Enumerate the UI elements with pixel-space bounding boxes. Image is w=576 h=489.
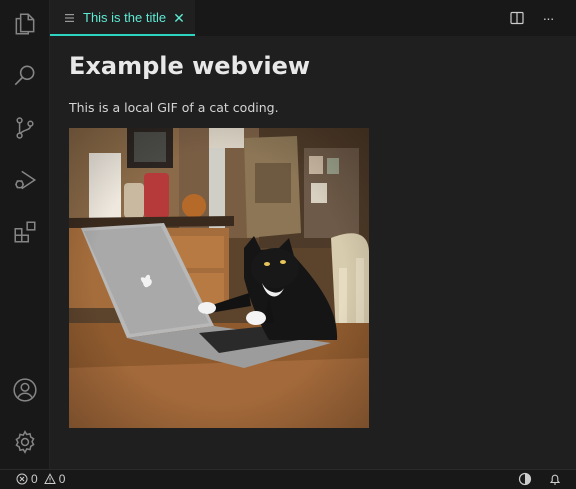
explorer-icon[interactable] [0, 2, 49, 46]
extensions-icon[interactable] [0, 210, 49, 254]
bell-icon[interactable] [548, 472, 562, 486]
settings-gear-icon[interactable] [0, 420, 49, 464]
search-icon[interactable] [0, 54, 49, 98]
account-icon[interactable] [0, 368, 49, 412]
warning-icon [43, 473, 56, 484]
preview-icon [65, 13, 74, 22]
cat-coding-image [69, 128, 369, 428]
split-editor-icon[interactable] [508, 9, 526, 27]
close-icon[interactable]: ✕ [173, 11, 185, 25]
webview-content: Example webview This is a local GIF of a… [50, 36, 576, 469]
tab-title: This is the title [83, 10, 167, 25]
theme-icon[interactable] [518, 472, 532, 486]
description-text: This is a local GIF of a cat coding. [69, 100, 279, 115]
warnings-status: 0 [43, 472, 66, 486]
tab-bar: This is the title ✕ ··· [50, 0, 576, 36]
more-actions-icon[interactable]: ··· [539, 9, 557, 27]
tab-webview[interactable]: This is the title ✕ [50, 0, 195, 36]
activity-bar [0, 0, 50, 469]
editor-area: This is the title ✕ ··· Example webview … [50, 0, 576, 469]
editor-actions: ··· [496, 0, 576, 36]
warnings-count: 0 [58, 472, 66, 486]
page-title: Example webview [69, 52, 311, 80]
status-bar: 0 0 [0, 469, 576, 489]
errors-count: 0 [31, 472, 38, 486]
problems-indicator[interactable]: 0 0 [16, 472, 65, 486]
source-control-icon[interactable] [0, 106, 49, 150]
errors-status: 0 [16, 472, 38, 486]
run-debug-icon[interactable] [0, 158, 49, 202]
error-icon [16, 473, 28, 485]
